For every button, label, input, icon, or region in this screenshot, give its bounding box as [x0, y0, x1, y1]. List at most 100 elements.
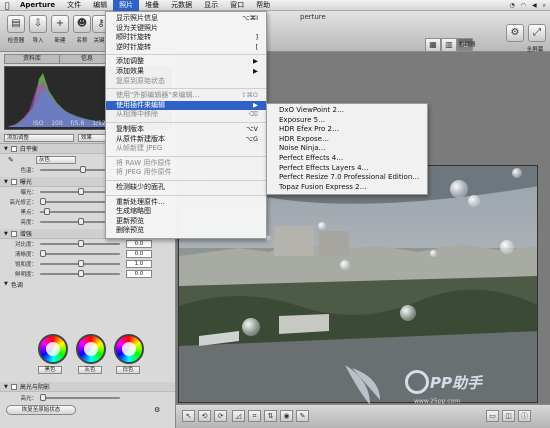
menu-item[interactable]: 设为关键照片 [106, 24, 266, 34]
contrast-value[interactable]: 0.0 [126, 240, 152, 248]
gray-color-wheel[interactable] [76, 334, 106, 364]
menu-item[interactable]: 重新处理原件… [106, 198, 266, 208]
highlights-slider[interactable]: 高光： [0, 393, 120, 403]
menu-item[interactable]: 使用插件来编辑 ▶ [106, 100, 266, 111]
definition-slider[interactable]: 清晰度： 0.0 [0, 249, 175, 259]
menu-item[interactable]: 从帧新建 JPEG [106, 144, 266, 154]
slider-knob[interactable] [80, 166, 86, 173]
name-button[interactable]: ☻ 名称 [72, 15, 92, 44]
menubar-item[interactable]: 帮助 [250, 0, 276, 11]
menubar-item[interactable]: 堆叠 [139, 0, 165, 11]
menu-item[interactable]: 将 JPEG 用作原件 [106, 168, 266, 178]
fullscreen-button[interactable]: ⤢ 全屏幕 [527, 24, 547, 53]
menu-item[interactable]: 检测缺少的面孔 [106, 183, 266, 193]
plugin-menu-item[interactable]: Perfect Effects 4… [267, 154, 427, 164]
menu-item[interactable]: 将 RAW 用作原件 [106, 159, 266, 169]
brush-tool-icon[interactable]: ✎ [296, 410, 309, 422]
plugin-menu-item[interactable]: DxO ViewPoint 2… [267, 106, 427, 116]
add-adjustment-select[interactable]: 添加调整 [4, 134, 74, 142]
menu-item[interactable]: 使用"外部编辑器"来编辑… ⇧⌘O [106, 91, 266, 101]
menu-item[interactable]: 更新预览 [106, 217, 266, 227]
wifi-icon[interactable]: ◠ [521, 2, 526, 9]
menu-item[interactable]: 删除预览 [106, 226, 266, 236]
rotate-cw-tool-icon[interactable]: ⟳ [214, 410, 227, 422]
vibrancy-slider[interactable]: 鲜明度： 0.0 [0, 269, 175, 279]
menubar-item[interactable]: Aperture [14, 0, 61, 11]
highlights-shadows-checkbox[interactable] [10, 383, 17, 390]
menu-item[interactable]: 从相簿中移除 ⌫ [106, 110, 266, 120]
plugin-menu-item[interactable]: HDR Efex Pro 2… [267, 125, 427, 135]
saturation-slider[interactable]: 饱和度： 1.0 [0, 259, 175, 269]
menu-item[interactable]: 生成缩略图 [106, 207, 266, 217]
grid-view-icon[interactable]: ▦ [425, 38, 441, 52]
enhance-checkbox[interactable] [10, 230, 17, 237]
menubar-item[interactable]: 显示 [198, 0, 224, 11]
slider-knob[interactable] [78, 270, 84, 277]
plugin-menu-item[interactable]: HDR Expose… [267, 135, 427, 145]
menu-item[interactable]: 逆时针旋转 [ [106, 43, 266, 53]
menu-item[interactable]: 显示照片信息 ⌥⌘I [106, 14, 266, 24]
slider-knob[interactable] [40, 394, 46, 401]
saturation-value[interactable]: 1.0 [126, 260, 152, 268]
disclosure-triangle-icon[interactable]: ▼ [4, 179, 8, 185]
gray-select[interactable]: 灰色 [35, 155, 76, 164]
slider-knob[interactable] [44, 208, 50, 215]
tint-wheels-header[interactable]: ▼ 色调 [0, 279, 175, 289]
menu-item[interactable]: 顺时针旋转] [106, 33, 266, 43]
plugin-menu-item[interactable]: Topaz Fusion Express 2… [267, 183, 427, 193]
info-icon[interactable]: ⓘ [518, 410, 531, 422]
import-button[interactable]: ⇩ 导入 [28, 15, 48, 44]
lift-tool-icon[interactable]: ⇅ [264, 410, 277, 422]
menu-item[interactable]: 复制版本 ⌥V [106, 125, 266, 135]
inspector-button[interactable]: ▤ 检查器 [6, 15, 26, 44]
slider-knob[interactable] [78, 218, 84, 225]
straighten-tool-icon[interactable]: ◿ [232, 410, 245, 422]
effects-select[interactable]: 效果 [78, 134, 108, 142]
stack-icon[interactable]: ◫ [502, 410, 515, 422]
exposure-checkbox[interactable] [10, 178, 17, 185]
definition-value[interactable]: 0.0 [126, 250, 152, 258]
menubar-item[interactable]: 编辑 [87, 0, 113, 11]
contrast-slider[interactable]: 对比度： 0.0 [0, 239, 175, 249]
redeye-tool-icon[interactable]: ◉ [280, 410, 293, 422]
menubar-item[interactable]: 文件 [61, 0, 87, 11]
plugin-menu-item[interactable]: Exposure 5… [267, 116, 427, 126]
slider-knob[interactable] [40, 198, 46, 205]
panel-gear-icon[interactable]: ⚙ [154, 406, 160, 414]
plugin-menu-item[interactable]: Noise Ninja… [267, 144, 427, 154]
menu-item[interactable]: 添加效果 ▶ [106, 67, 266, 77]
gear-button[interactable]: ⚙ [505, 24, 525, 42]
crop-tool-icon[interactable]: ⌗ [248, 410, 261, 422]
disclosure-triangle-icon[interactable]: ▼ [4, 384, 8, 390]
compare-icon[interactable]: ▭ [486, 410, 499, 422]
menubar-item[interactable]: 照片 [113, 0, 140, 11]
disclosure-triangle-icon[interactable]: ▼ [4, 281, 8, 287]
rotate-tool-icon[interactable]: ⟲ [198, 410, 211, 422]
new-button[interactable]: + 新建 [50, 15, 70, 44]
plugin-menu-item[interactable]: Perfect Resize 7.0 Professional Edition… [267, 173, 427, 183]
white-color-wheel[interactable] [114, 334, 144, 364]
volume-icon[interactable]: ◀ [532, 2, 537, 9]
menu-item[interactable]: 从原件新建版本 ⌥G [106, 135, 266, 145]
disclosure-triangle-icon[interactable]: ▼ [4, 231, 8, 237]
restore-original-button[interactable]: 恢复至原始状态 [6, 405, 76, 415]
eyedropper-icon[interactable]: ✎ [8, 156, 14, 164]
menubar-item[interactable]: 元数据 [165, 0, 198, 11]
white-wheel-button[interactable]: 白色 [116, 366, 140, 374]
section-highlights-shadows[interactable]: ▼ 高光与阴影 [0, 382, 175, 392]
apple-icon[interactable]:  [0, 1, 14, 10]
gray-wheel-button[interactable]: 灰色 [78, 366, 102, 374]
slider-knob[interactable] [78, 260, 84, 267]
slider-knob[interactable] [78, 240, 84, 247]
tab-library[interactable]: 资料库 [5, 55, 60, 63]
status-icon[interactable]: ◔ [510, 2, 515, 9]
plugin-menu-item[interactable]: Perfect Effects Layers 4… [267, 164, 427, 174]
spotlight-icon[interactable]: ⌕ [543, 2, 546, 10]
disclosure-triangle-icon[interactable]: ▼ [4, 146, 8, 152]
black-color-wheel[interactable] [38, 334, 68, 364]
vibrancy-value[interactable]: 0.0 [126, 270, 152, 278]
white-balance-checkbox[interactable] [10, 145, 17, 152]
black-wheel-button[interactable]: 黑色 [38, 366, 62, 374]
menu-item[interactable]: 复原到原始状态 [106, 77, 266, 87]
keyword-button[interactable]: ⚷ 关键 [92, 15, 106, 44]
